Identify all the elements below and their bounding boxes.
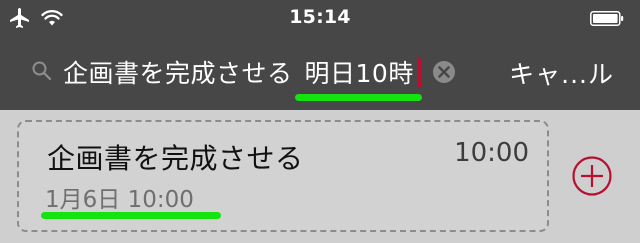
result-date-wrap: 1月6日 10:00: [41, 180, 221, 219]
cancel-button[interactable]: キャ...ル: [509, 55, 614, 91]
result-title: 企画書を完成させる: [47, 142, 304, 175]
search-input[interactable]: 企画書を完成させる 明日10時: [63, 53, 422, 101]
search-query-text: 企画書を完成させる: [63, 59, 293, 88]
highlight-underline: [294, 94, 422, 101]
battery-icon: [590, 11, 624, 26]
header-area: 15:14 企画書を完成させる 明日10時 キャ...ル: [0, 0, 640, 110]
result-time: 10:00: [454, 138, 529, 168]
search-result-card[interactable]: 企画書を完成させる 10:00 1月6日 10:00: [17, 120, 549, 232]
text-caret: [417, 57, 421, 87]
screen: 15:14 企画書を完成させる 明日10時 キャ...ル 企画書を完成させる 1…: [0, 0, 640, 243]
status-bar: 15:14: [0, 0, 640, 36]
add-button[interactable]: [570, 154, 614, 198]
search-query-highlight-text: 明日10時: [304, 59, 414, 88]
search-bar: 企画書を完成させる 明日10時 キャ...ル: [0, 36, 640, 110]
result-date: 1月6日 10:00: [45, 187, 194, 213]
status-time: 15:14: [289, 6, 351, 28]
plus-circle-icon: [572, 156, 612, 196]
clear-search-icon[interactable]: [432, 60, 456, 84]
search-icon: [30, 59, 54, 83]
search-query-highlight: 明日10時: [294, 54, 422, 101]
